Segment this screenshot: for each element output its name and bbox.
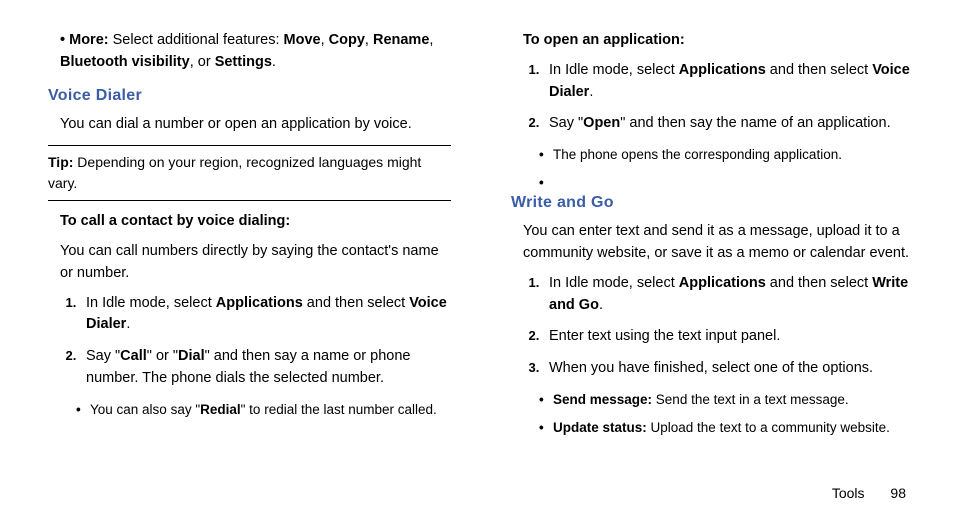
voice-dialer-intro: You can dial a number or open an applica… [60,114,451,136]
call-subhead: To call a contact by voice dialing: [60,211,451,233]
update-status-bullet: Update status: Upload the text to a comm… [553,418,914,438]
footer-section: Tools [832,485,865,501]
page-content: More: Select additional features: Move, … [0,0,954,466]
write-step-3: When you have finished, select one of th… [543,358,914,380]
open-step-1: In Idle mode, select Applications and th… [543,60,914,104]
footer-page-number: 98 [890,485,906,501]
page-footer: Tools 98 [832,485,906,501]
open-step-2: Say "Open" and then say the name of an a… [543,113,914,135]
call-intro: You can call numbers directly by saying … [60,241,451,285]
more-label: More: [69,32,108,48]
more-bullet: More: Select additional features: Move, … [60,30,451,74]
tip-text: Depending on your region, recognized lan… [48,154,421,191]
write-steps: In Idle mode, select Applications and th… [543,273,914,380]
call-step-1: In Idle mode, select Applications and th… [80,293,451,337]
tip-label: Tip: [48,154,73,170]
open-sub-bullet: The phone opens the corresponding applic… [553,145,914,165]
empty-bullet [553,173,914,181]
call-step-2: Say "Call" or "Dial" and then say a name… [80,346,451,390]
voice-dialer-heading: Voice Dialer [48,84,451,108]
right-column: To open an application: In Idle mode, se… [511,30,914,446]
tip-box: Tip: Depending on your region, recognize… [48,145,451,201]
write-step-2: Enter text using the text input panel. [543,326,914,348]
send-message-bullet: Send message: Send the text in a text me… [553,390,914,410]
call-steps: In Idle mode, select Applications and th… [80,293,451,390]
write-go-heading: Write and Go [511,191,914,215]
open-subhead: To open an application: [523,30,914,52]
redial-bullet: You can also say "Redial" to redial the … [90,400,451,420]
write-step-1: In Idle mode, select Applications and th… [543,273,914,317]
left-column: More: Select additional features: Move, … [48,30,451,446]
write-go-intro: You can enter text and send it as a mess… [523,221,914,265]
open-steps: In Idle mode, select Applications and th… [543,60,914,135]
